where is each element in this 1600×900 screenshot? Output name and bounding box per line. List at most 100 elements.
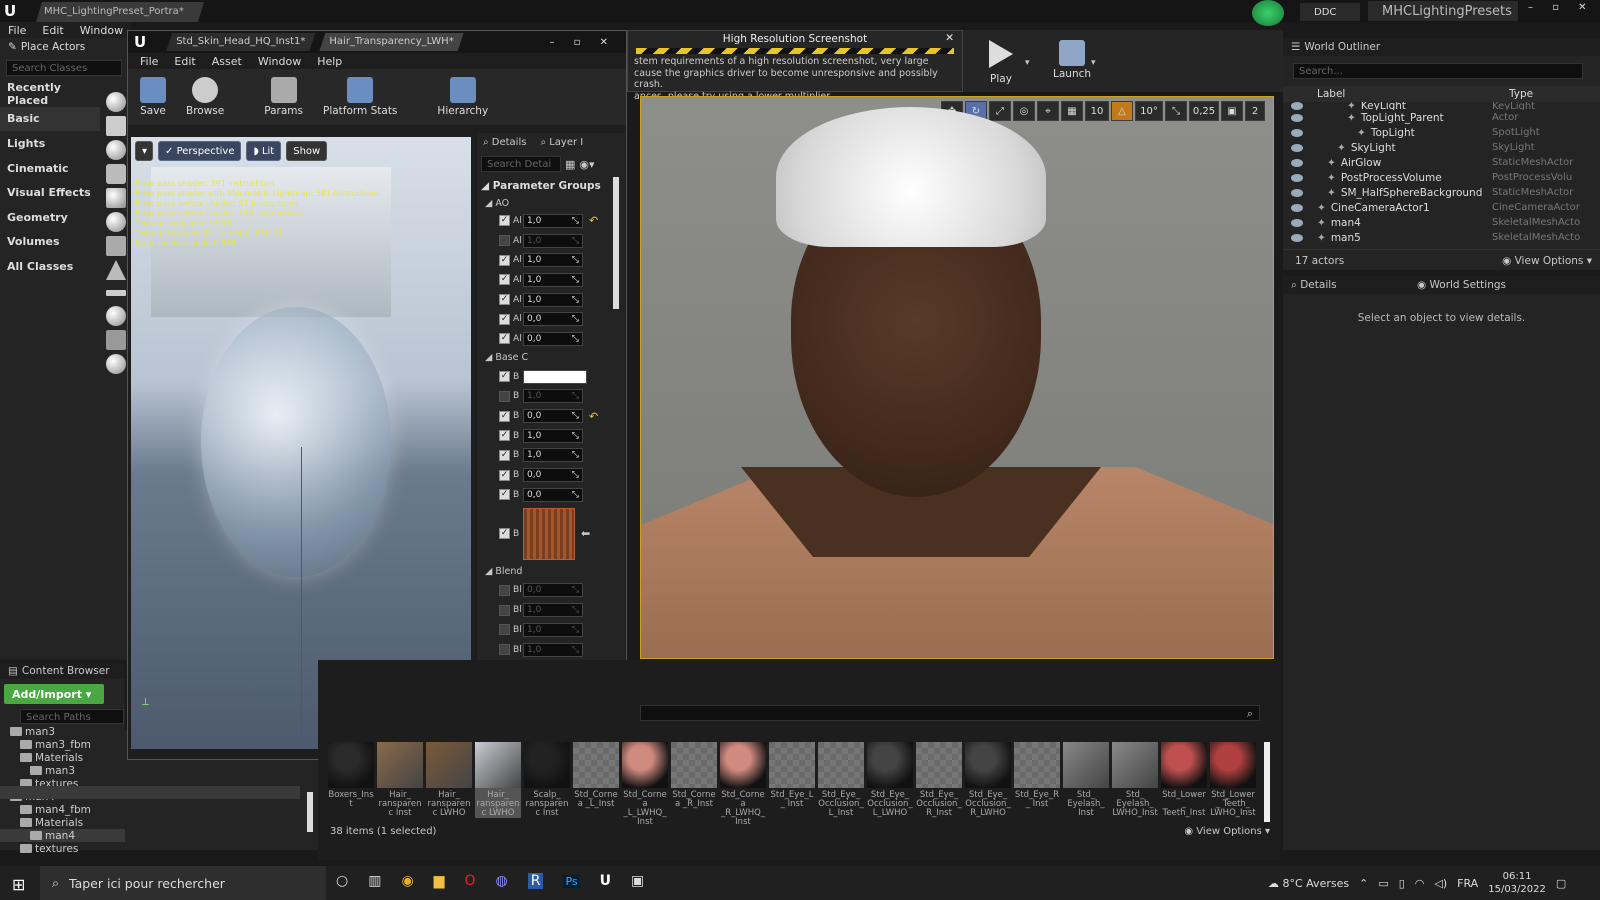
hierarchy-button[interactable]: Hierarchy	[437, 77, 488, 117]
category-all-classes[interactable]: All Classes	[0, 254, 100, 279]
col-type[interactable]: Type	[1509, 88, 1533, 100]
checkbox[interactable]	[499, 390, 510, 402]
tree-item[interactable]: man3	[0, 764, 125, 777]
menu-file[interactable]: File	[132, 55, 166, 68]
category-cinematic[interactable]: Cinematic	[0, 156, 100, 181]
category-basic[interactable]: Basic	[0, 106, 100, 132]
menu-file[interactable]: File	[0, 24, 34, 37]
visibility-eye-icon[interactable]	[1291, 173, 1303, 182]
launch-options-chevron-icon[interactable]: ▾	[1091, 58, 1096, 68]
asset-tile[interactable]: Std_ Eyelash_ Inst	[1063, 742, 1109, 818]
category-volumes[interactable]: Volumes	[0, 230, 100, 255]
menu-window[interactable]: Window	[72, 24, 131, 37]
details-tab[interactable]: ⌕ Details	[483, 137, 526, 148]
app-icon[interactable]: ▣	[631, 873, 644, 889]
asset-tile[interactable]: Std_Lower_ Teeth_ LWHO_Inst	[1210, 742, 1256, 818]
network-icon[interactable]: ▭	[1378, 877, 1388, 890]
parameter-value-field[interactable]: 1,0⤡	[523, 448, 583, 463]
visibility-eye-icon[interactable]	[1291, 143, 1303, 152]
outliner-row[interactable]: ✦ PostProcessVolume PostProcessVolu	[1283, 170, 1600, 185]
checkbox[interactable]: ✓	[499, 469, 510, 481]
opera-icon[interactable]: O	[464, 873, 475, 889]
checkbox[interactable]: ✓	[499, 449, 510, 461]
viewport-menu-button[interactable]: ▾	[135, 141, 153, 161]
world-icon[interactable]: ◎	[1013, 101, 1035, 121]
visibility-eye-icon[interactable]	[1291, 233, 1303, 242]
checkbox[interactable]	[499, 644, 510, 656]
rotation-snap-value[interactable]: 10°	[1135, 101, 1163, 121]
arrow-left-icon[interactable]: ⬅	[581, 527, 590, 540]
checkbox[interactable]: ✓	[499, 294, 510, 306]
grid-icon[interactable]: ▦	[565, 158, 575, 171]
checkbox[interactable]	[499, 584, 510, 596]
checkbox[interactable]	[499, 624, 510, 636]
grid-snap-icon[interactable]: ▦	[1061, 101, 1083, 121]
category-lights[interactable]: Lights	[0, 131, 100, 156]
outliner-row[interactable]: ✦ SM_HalfSphereBackground StaticMeshActor	[1283, 185, 1600, 200]
asset-tile[interactable]: Hair_ ransparenc LWHO	[426, 742, 472, 818]
camera-icon[interactable]	[106, 164, 126, 184]
perspective-button[interactable]: ✓ Perspective	[158, 141, 242, 161]
checkbox[interactable]: ✓	[499, 430, 510, 442]
world-settings-tab[interactable]: ◉ World Settings	[1413, 279, 1506, 291]
menu-edit[interactable]: Edit	[34, 24, 71, 37]
visibility-eye-icon[interactable]	[1291, 113, 1303, 122]
checkbox[interactable]: ✓	[499, 215, 510, 227]
asset-tile[interactable]: Std_ Eyelash_ LWHO_Inst	[1112, 742, 1158, 818]
chrome-icon[interactable]: ◉	[401, 873, 413, 889]
material-preview-viewport[interactable]: ▾ ✓ Perspective ◗ Lit Show Base pass sha…	[131, 137, 471, 749]
level-viewport[interactable]: ✥ ↻ ⤢ ◎ ⌖ ▦ 10 △ 10° ⤡ 0,25 ▣ 2	[640, 96, 1274, 659]
tree-item[interactable]: man4_fbm	[0, 803, 125, 816]
close-icon[interactable]: ✕	[945, 32, 954, 44]
sphere-icon[interactable]	[106, 354, 126, 374]
outliner-row[interactable]: ✦ AirGlow StaticMeshActor	[1283, 155, 1600, 170]
asset-tile[interactable]: Hair_ ransparenc Inst	[377, 742, 423, 818]
window-controls[interactable]: – ▫ ✕	[1528, 2, 1595, 13]
checkbox[interactable]: ✓	[499, 333, 510, 345]
taskbar-search-box[interactable]: ⌕ Taper ici pour rechercher	[40, 866, 326, 900]
platform-stats-button[interactable]: Platform Stats	[323, 77, 397, 117]
view-options-button[interactable]: ◉ View Options ▾	[1184, 826, 1270, 837]
scale-icon[interactable]: ⤢	[989, 101, 1011, 121]
details-tab[interactable]: ⌕ Details	[1283, 279, 1413, 292]
menu-edit[interactable]: Edit	[166, 55, 203, 68]
tree-item[interactable]: man4	[0, 829, 125, 842]
cone-icon[interactable]	[106, 260, 126, 280]
parameter-value-field[interactable]: 1,0⤡	[523, 622, 583, 637]
search-paths-input[interactable]: Search Paths	[20, 709, 124, 724]
parameter-value-field[interactable]: 1,0⤡	[523, 642, 583, 657]
parameter-value-field[interactable]: 1,0⤡	[523, 253, 583, 268]
language-indicator[interactable]: FRA	[1457, 877, 1478, 890]
save-button[interactable]: Save	[140, 77, 166, 117]
camera-speed-value[interactable]: 2	[1245, 101, 1265, 121]
notifications-icon[interactable]: ▢	[1556, 877, 1566, 890]
parameter-value-field[interactable]: 1,0⤡	[523, 603, 583, 618]
menu-help[interactable]: Help	[309, 55, 350, 68]
windows-start-icon[interactable]: ⊞	[12, 875, 25, 894]
parameter-value-field[interactable]: 0,0⤡	[523, 487, 583, 502]
tree-item[interactable]: textures	[0, 842, 125, 855]
window-controls[interactable]: – ▫ ✕	[549, 37, 616, 48]
add-import-button[interactable]: Add/Import ▾	[4, 684, 104, 704]
grid-size-value[interactable]: 10	[1085, 101, 1109, 121]
parameter-value-field[interactable]: 0,0⤡	[523, 468, 583, 483]
details-scrollbar[interactable]	[613, 177, 619, 309]
parameter-value-field[interactable]: 0,0⤡	[523, 583, 583, 598]
sphere-icon[interactable]	[106, 92, 126, 112]
volume-icon[interactable]: ◁)	[1434, 877, 1447, 890]
assets-scrollbar[interactable]	[1264, 742, 1270, 822]
discord-icon[interactable]: ◍	[495, 873, 507, 889]
search-classes-input[interactable]: Search Classes	[6, 60, 122, 76]
checkbox[interactable]: ✓	[499, 274, 510, 286]
cylinder-icon[interactable]	[106, 236, 126, 256]
asset-tile[interactable]: Std_Eye_R_ Inst	[1014, 742, 1060, 809]
outliner-row[interactable]: ✦ man5 SkeletalMeshActo	[1283, 230, 1600, 245]
surface-snap-icon[interactable]: ⌖	[1037, 101, 1059, 121]
source-control-icon[interactable]	[1252, 0, 1284, 26]
light-icon[interactable]	[106, 140, 126, 160]
outliner-row[interactable]: ✦ TopLight_Parent Actor	[1283, 110, 1600, 125]
group-blend-header[interactable]: ◢ Blend	[477, 563, 625, 581]
checkbox[interactable]: ✓	[499, 528, 510, 540]
rotation-snap-icon[interactable]: △	[1111, 101, 1133, 121]
plane-icon[interactable]	[106, 290, 126, 296]
